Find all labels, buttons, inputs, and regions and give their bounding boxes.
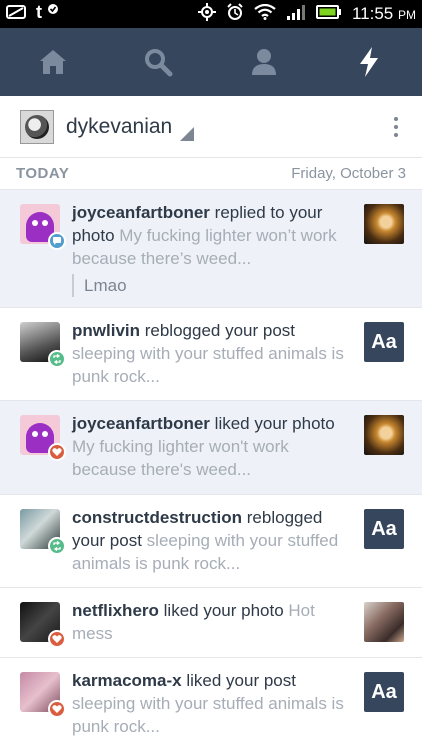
- heart-badge-icon: [48, 700, 66, 718]
- blog-avatar: [20, 109, 54, 144]
- blog-selector[interactable]: dykevanian: [0, 96, 422, 158]
- notification-username[interactable]: karmacoma-x: [72, 671, 182, 690]
- signal-icon: [286, 4, 306, 25]
- alarm-icon: [226, 2, 244, 26]
- tab-search[interactable]: [128, 32, 188, 92]
- dropdown-caret-icon: [180, 126, 195, 141]
- section-header: TODAY Friday, October 3: [0, 158, 422, 190]
- avatar-wrap: [20, 415, 66, 461]
- notification-item[interactable]: pnwlivin reblogged your post sleeping wi…: [0, 308, 422, 401]
- status-bar: t 11:55 PM: [0, 0, 422, 28]
- notification-text: joyceanfartboner liked your photo My fuc…: [72, 414, 335, 479]
- notification-item[interactable]: karmacoma-x liked your post sleeping wit…: [0, 658, 422, 750]
- notification-username[interactable]: joyceanfartboner: [72, 203, 210, 222]
- home-icon: [39, 50, 66, 74]
- notification-text: netflixhero liked your photo Hot mess: [72, 601, 315, 643]
- message-icon: [6, 4, 28, 25]
- blog-name: dykevanian: [66, 114, 173, 138]
- section-date: Friday, October 3: [291, 165, 406, 182]
- notification-username[interactable]: constructdestruction: [72, 508, 242, 527]
- heart-badge-icon: [48, 443, 66, 461]
- status-right: 11:55 PM: [197, 2, 416, 26]
- post-thumbnail[interactable]: [364, 415, 404, 455]
- section-title: TODAY: [16, 165, 70, 182]
- status-clock: 11:55 PM: [351, 4, 416, 23]
- reply-badge-icon: [48, 232, 66, 250]
- battery-icon: [315, 4, 342, 25]
- reblog-badge-icon: [48, 350, 66, 368]
- text-post-thumbnail[interactable]: Aa: [364, 509, 404, 549]
- post-thumbnail[interactable]: [364, 602, 404, 642]
- reply-text: Lmao: [72, 274, 354, 297]
- notification-username[interactable]: netflixhero: [72, 601, 159, 620]
- avatar-wrap: [20, 322, 66, 368]
- post-thumbnail[interactable]: [364, 204, 404, 244]
- account-icon: [251, 49, 276, 75]
- notification-username[interactable]: pnwlivin: [72, 321, 140, 340]
- tab-bar: [0, 28, 422, 96]
- notification-item[interactable]: constructdestruction reblogged your post…: [0, 495, 422, 588]
- tab-home[interactable]: [23, 32, 83, 92]
- text-post-thumbnail[interactable]: Aa: [364, 672, 404, 712]
- notification-item[interactable]: netflixhero liked your photo Hot mess: [0, 588, 422, 658]
- tab-activity[interactable]: [339, 32, 399, 92]
- notification-item[interactable]: joyceanfartboner replied to your photo M…: [0, 190, 422, 308]
- overflow-menu-icon: [394, 116, 398, 121]
- wifi-icon: [254, 3, 276, 25]
- reblog-badge-icon: [48, 537, 66, 555]
- avatar-wrap: [20, 672, 66, 718]
- avatar-wrap: [20, 509, 66, 555]
- notification-username[interactable]: joyceanfartboner: [72, 414, 210, 433]
- activity-icon: [360, 47, 379, 77]
- tab-account[interactable]: [234, 32, 294, 92]
- notification-item[interactable]: joyceanfartboner liked your photo My fuc…: [0, 401, 422, 495]
- search-icon: [145, 49, 173, 77]
- gps-icon: [197, 2, 216, 26]
- notification-text: pnwlivin reblogged your post sleeping wi…: [72, 321, 344, 386]
- notification-excerpt: My fucking lighter won't work because th…: [72, 437, 289, 479]
- notification-excerpt: sleeping with your stuffed animals is pu…: [72, 344, 344, 386]
- notification-text: joyceanfartboner replied to your photo M…: [60, 201, 364, 297]
- notification-text: constructdestruction reblogged your post…: [72, 508, 339, 573]
- text-post-thumbnail[interactable]: Aa: [364, 322, 404, 362]
- notification-text: karmacoma-x liked your post sleeping wit…: [72, 671, 344, 736]
- tumblr-notification-icon: t: [36, 2, 60, 27]
- overflow-menu-button[interactable]: [388, 111, 404, 143]
- notification-excerpt: sleeping with your stuffed animals is pu…: [72, 694, 344, 736]
- status-left: t: [6, 2, 60, 27]
- avatar-wrap: [20, 204, 66, 250]
- heart-badge-icon: [48, 630, 66, 648]
- avatar-wrap: [20, 602, 66, 648]
- svg-text:t: t: [36, 2, 42, 22]
